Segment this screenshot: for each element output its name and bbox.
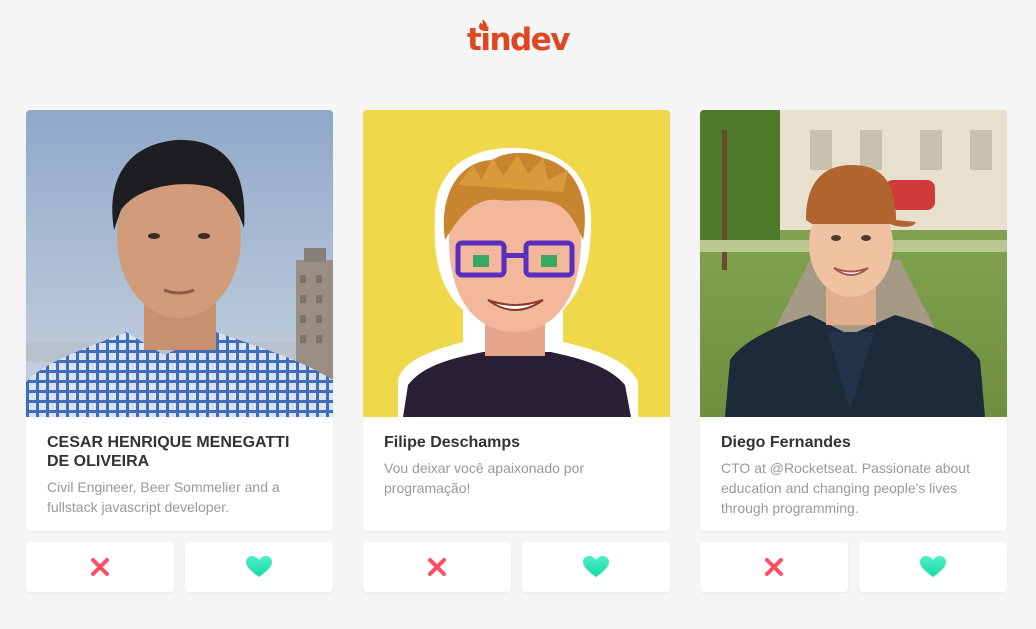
developer-list: CESAR HENRIQUE MENEGATTI DE OLIVEIRA Civ… — [26, 110, 1007, 592]
developer-name: Filipe Deschamps — [384, 434, 521, 451]
developer-card: Filipe Deschamps Vou deixar você apaixon… — [363, 110, 670, 531]
heart-icon — [246, 556, 272, 577]
app-header: tindev — [0, 19, 1036, 58]
heart-icon — [583, 556, 609, 577]
developer-bio: CTO at @Rocketseat. Passionate about edu… — [721, 460, 970, 516]
developer-avatar — [363, 110, 670, 417]
action-buttons — [700, 542, 1007, 592]
developer-card-column: Diego Fernandes CTO at @Rocketseat. Pass… — [700, 110, 1007, 592]
x-icon — [428, 558, 446, 576]
developer-avatar — [26, 110, 333, 417]
developer-name: CESAR HENRIQUE MENEGATTI DE OLIVEIRA — [47, 434, 290, 470]
x-icon — [765, 558, 783, 576]
developer-card-column: Filipe Deschamps Vou deixar você apaixon… — [363, 110, 670, 592]
developer-bio: Civil Engineer, Beer Sommelier and a ful… — [47, 479, 280, 515]
developer-info: Diego Fernandes CTO at @Rocketseat. Pass… — [700, 417, 1007, 518]
developer-card-column: CESAR HENRIQUE MENEGATTI DE OLIVEIRA Civ… — [26, 110, 333, 592]
like-button[interactable] — [522, 542, 670, 592]
developer-avatar — [700, 110, 1007, 417]
dislike-button[interactable] — [26, 542, 174, 592]
dislike-button[interactable] — [363, 542, 511, 592]
flame-icon — [479, 19, 488, 31]
developer-name: Diego Fernandes — [721, 434, 851, 451]
tindev-logo[interactable]: tindev — [467, 19, 570, 58]
dislike-button[interactable] — [700, 542, 848, 592]
developer-card: Diego Fernandes CTO at @Rocketseat. Pass… — [700, 110, 1007, 531]
developer-bio: Vou deixar você apaixonado por programaç… — [384, 460, 585, 496]
action-buttons — [363, 542, 670, 592]
developer-info: CESAR HENRIQUE MENEGATTI DE OLIVEIRA Civ… — [26, 417, 333, 517]
like-button[interactable] — [859, 542, 1007, 592]
like-button[interactable] — [185, 542, 333, 592]
developer-info: Filipe Deschamps Vou deixar você apaixon… — [363, 417, 670, 498]
action-buttons — [26, 542, 333, 592]
developer-card: CESAR HENRIQUE MENEGATTI DE OLIVEIRA Civ… — [26, 110, 333, 531]
x-icon — [91, 558, 109, 576]
heart-icon — [920, 556, 946, 577]
